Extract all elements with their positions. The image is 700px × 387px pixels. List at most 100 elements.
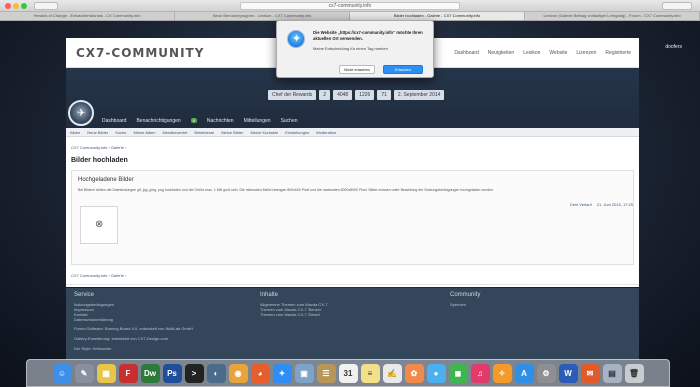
avatar[interactable]: ✈ [68, 100, 94, 126]
subnav-messages[interactable]: Nachrichten [207, 118, 234, 124]
minimize-window-button[interactable] [13, 3, 19, 9]
browser-tab[interactable]: Heralds of Change - Entwicklertutorials … [0, 12, 175, 20]
subnav-announcements[interactable]: Mitteilungen [244, 118, 271, 124]
upload-instructions: Bei Bildern dürfen die Dateiendungen gif… [78, 188, 494, 192]
location-permission-dialog: ✦ Die Website „https://cx7-community.inf… [276, 20, 434, 78]
safari-compass-icon: ✦ [287, 30, 305, 48]
stat-rank: Chef der Rewards [268, 90, 317, 100]
gallery-menu-item[interactable]: Beliebteste [194, 130, 214, 135]
subnav-notifications[interactable]: Benachrichtigungen [136, 118, 180, 124]
itunes-icon[interactable]: ♫ [470, 363, 490, 383]
dock: ☺ ✎ ▦ F Dw Ps > ◐ ◉ ◕ ✦ ▣ ☰ 31 ≡ ✍ ✿ ● ◼ ♫ ✧ A ⚙ W ✉ ▤ 🗑 [26, 359, 670, 387]
office-icon[interactable]: ✉ [580, 363, 600, 383]
zoom-window-button[interactable] [21, 3, 27, 9]
gallery-menu-item[interactable]: Meistbewertet [163, 130, 188, 135]
browser-tab-active[interactable]: Bilder hochladen - Galerie - CX7 Communi… [350, 12, 525, 20]
upload-button[interactable]: ⊗ [80, 206, 118, 244]
breadcrumb-bottom[interactable]: CX7 Community.info › Galerie › [71, 273, 126, 278]
messages-icon[interactable]: ● [426, 363, 446, 383]
dreamweaver-icon[interactable]: Dw [140, 363, 160, 383]
stat-value: 2 [319, 90, 331, 100]
footer-col-content: Inhalte Allgemeine Themen zum Mazda CX-7… [260, 292, 328, 317]
nav-item-licenses[interactable]: Lizenzen [576, 50, 596, 56]
footer-credit: Gallery-Erweiterung: entwickelt von CX7-… [74, 336, 169, 341]
safari-icon[interactable]: ✦ [272, 363, 292, 383]
footer-col-title: Inhalte [260, 292, 279, 298]
allow-button[interactable]: Erlauben [383, 65, 423, 74]
settings-icon[interactable]: ⚙ [536, 363, 556, 383]
page-title: Bilder hochladen [71, 157, 128, 164]
finder-icon[interactable]: ☺ [52, 363, 72, 383]
firefox-icon[interactable]: ◕ [250, 363, 270, 383]
window-titlebar: cx7-community.info [0, 0, 700, 12]
photos-icon[interactable]: ✿ [404, 363, 424, 383]
nav-item-register[interactable]: Registrierte [605, 50, 631, 56]
nav-item-dashboard[interactable]: Dashboard [454, 50, 478, 56]
chrome-icon[interactable]: ◉ [228, 363, 248, 383]
nav-item-lexicon[interactable]: Lexikon [523, 50, 540, 56]
photoshop-icon[interactable]: Ps [162, 363, 182, 383]
browser-tab[interactable]: Lexicon (Galerie Beitrag vorläufiger Leh… [525, 12, 700, 20]
browser-tab[interactable]: Neue Benutzergruppen - Lexikon - CX7 Com… [175, 12, 350, 20]
footer-link[interactable]: Spenden [450, 302, 480, 307]
footer-col-title: Service [74, 292, 95, 298]
upload-box-title: Hochgeladene Bilder [78, 177, 134, 183]
site-footer: Service Nutzungsbedingungen Impressum Ko… [66, 288, 639, 360]
trash-icon[interactable]: 🗑 [624, 363, 644, 383]
subnav-dashboard[interactable]: Dashboard [102, 118, 126, 124]
remember-decision-checkbox[interactable]: Meine Entscheidung für einen Tag merken [313, 46, 388, 51]
notes2-icon[interactable]: ≡ [360, 363, 380, 383]
gallery-menu-item[interactable]: Einstellungen [285, 130, 309, 135]
footer-link[interactable]: Datenschutzerklärung [74, 317, 114, 322]
subnav-search[interactable]: Suchen [281, 118, 298, 124]
terminal-icon[interactable]: > [184, 363, 204, 383]
footer-link[interactable]: Themen zum Mazda CX-7 'Diesel' [260, 312, 328, 317]
calendar-icon[interactable]: 31 [338, 363, 358, 383]
nav-item-news[interactable]: Neuigkeiten [488, 50, 514, 56]
footer-col-title: Community [450, 292, 481, 298]
downloads-icon[interactable]: ▤ [602, 363, 622, 383]
stat-value: 1226 [355, 90, 375, 100]
top-navigation: Dashboard Neuigkeiten Lexikon Website Li… [454, 50, 631, 56]
filezilla-icon[interactable]: F [118, 363, 138, 383]
gallery-menu-item[interactable]: Meine Alben [133, 130, 155, 135]
ibooks-icon[interactable]: ✧ [492, 363, 512, 383]
notes-icon[interactable]: ▦ [96, 363, 116, 383]
gallery-menu-item[interactable]: Meine Bilder [221, 130, 243, 135]
web-page: CX7-COMMUNITY Dashboard Neuigkeiten Lexi… [66, 30, 639, 360]
close-window-button[interactable] [5, 3, 11, 9]
gallery-menu: Alben Neue Bilder Suche Meine Alben Meis… [66, 128, 639, 137]
deny-button[interactable]: Nicht erlauben [339, 65, 375, 74]
gallery-menu-item[interactable]: Suche [115, 130, 126, 135]
dialog-message: Die Website „https://cx7-community.info“… [313, 30, 423, 41]
side-label: doofers [665, 44, 682, 50]
footer-credit: Forum-Software: Burning Board 4.0, entwi… [74, 326, 193, 331]
nav-item-website[interactable]: Website [549, 50, 567, 56]
history-link[interactable]: Dein Verlauf [570, 202, 592, 207]
gallery-menu-item[interactable]: Neue Bilder [87, 130, 108, 135]
breadcrumb[interactable]: CX7 Community.info › Galerie › [71, 145, 126, 150]
back-forward-buttons[interactable] [34, 2, 58, 10]
footer-col-service: Service Nutzungsbedingungen Impressum Ko… [74, 292, 114, 322]
stat-date: 2. September 2014 [393, 90, 445, 100]
preview-icon[interactable]: ▣ [294, 363, 314, 383]
word-icon[interactable]: W [558, 363, 578, 383]
notification-badge: 9 [190, 118, 197, 123]
gallery-menu-item[interactable]: Alben [70, 130, 80, 135]
main-content: CX7 Community.info › Galerie › Bilder ho… [66, 137, 639, 287]
upload-box: Hochgeladene Bilder Bei Bildern dürfen d… [71, 170, 634, 265]
gallery-menu-item[interactable]: Moderation [316, 130, 336, 135]
bridge-icon[interactable]: ◐ [206, 363, 226, 383]
site-logo[interactable]: CX7-COMMUNITY [76, 46, 204, 60]
footer-col-community: Community Spenden [450, 292, 480, 307]
timestamp: 21. Juni 2015, 17:25 [596, 202, 633, 207]
appstore-icon[interactable]: A [514, 363, 534, 383]
textedit-icon[interactable]: ✍ [382, 363, 402, 383]
address-bar[interactable]: cx7-community.info [240, 2, 460, 10]
page-tools: Dein Verlauf 21. Juni 2015, 17:25 [570, 202, 633, 207]
contacts-icon[interactable]: ☰ [316, 363, 336, 383]
gallery-menu-item[interactable]: Meine Kontakte [250, 130, 278, 135]
launchpad-icon[interactable]: ✎ [74, 363, 94, 383]
toolbar-right-buttons[interactable] [662, 2, 692, 10]
facetime-icon[interactable]: ◼ [448, 363, 468, 383]
